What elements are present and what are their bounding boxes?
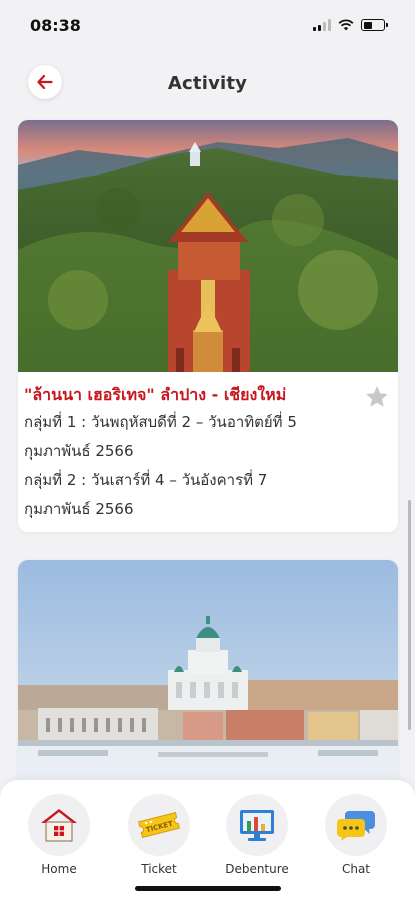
activity-card[interactable]: "ล้านนา เฮอริเทจ" ลำปาง - เชียงใหม่ กลุ่… — [18, 120, 398, 532]
activity-title: "ล้านนา เฮอริเทจ" ลำปาง - เชียงใหม่ — [24, 385, 287, 404]
chat-icon — [337, 811, 375, 841]
nav-label-chat: Chat — [341, 862, 371, 876]
nav-home[interactable]: Home — [14, 794, 104, 876]
favorite-button[interactable] — [364, 384, 390, 410]
schedule-line: กุมภาพันธ์ 2566 — [24, 500, 134, 518]
nav-icon-circle: TICKET — [128, 794, 190, 856]
nav-label-ticket: Ticket — [141, 862, 177, 876]
bottom-nav: Home TICKET Ticket Debenture Chat — [0, 780, 415, 900]
schedule-line: กุมภาพันธ์ 2566 — [24, 442, 134, 460]
scrollbar[interactable] — [408, 500, 411, 730]
activity-card[interactable] — [18, 560, 398, 790]
status-icons — [313, 19, 388, 31]
status-time: 08:38 — [30, 15, 81, 35]
schedule-line: กลุ่มที่ 2 : วันเสาร์ที่ 4 – วันอังคารที… — [24, 471, 268, 489]
page-title: Activity — [167, 72, 248, 94]
nav-chat[interactable]: Chat — [311, 794, 401, 876]
star-icon — [366, 386, 388, 407]
nav-label-debenture: Debenture — [225, 862, 289, 876]
status-bar: 08:38 — [0, 0, 415, 50]
card-body: "ล้านนา เฮอริเทจ" ลำปาง - เชียงใหม่ กลุ่… — [18, 372, 398, 524]
battery-icon — [361, 19, 388, 31]
helsinki-cathedral-winter-photo — [18, 560, 398, 790]
back-button[interactable] — [28, 65, 62, 99]
home-icon — [41, 809, 77, 842]
signal-icon — [313, 19, 331, 31]
nav-ticket[interactable]: TICKET Ticket — [114, 794, 204, 876]
nav-icon-circle — [226, 794, 288, 856]
debenture-chart-icon — [240, 810, 274, 841]
nav-icon-circle — [28, 794, 90, 856]
ticket-icon: TICKET — [138, 812, 180, 838]
nav-debenture[interactable]: Debenture — [212, 794, 302, 876]
nav-label-home: Home — [41, 862, 77, 876]
arrow-left-icon — [37, 75, 53, 89]
nav-icon-circle — [325, 794, 387, 856]
schedule-line: กลุ่มที่ 1 : วันพฤหัสบดีที่ 2 – วันอาทิต… — [24, 413, 297, 431]
aerial-mountain-temple-photo — [18, 120, 398, 372]
header: Activity — [0, 55, 415, 111]
wifi-icon — [338, 19, 354, 31]
home-indicator — [135, 886, 281, 891]
